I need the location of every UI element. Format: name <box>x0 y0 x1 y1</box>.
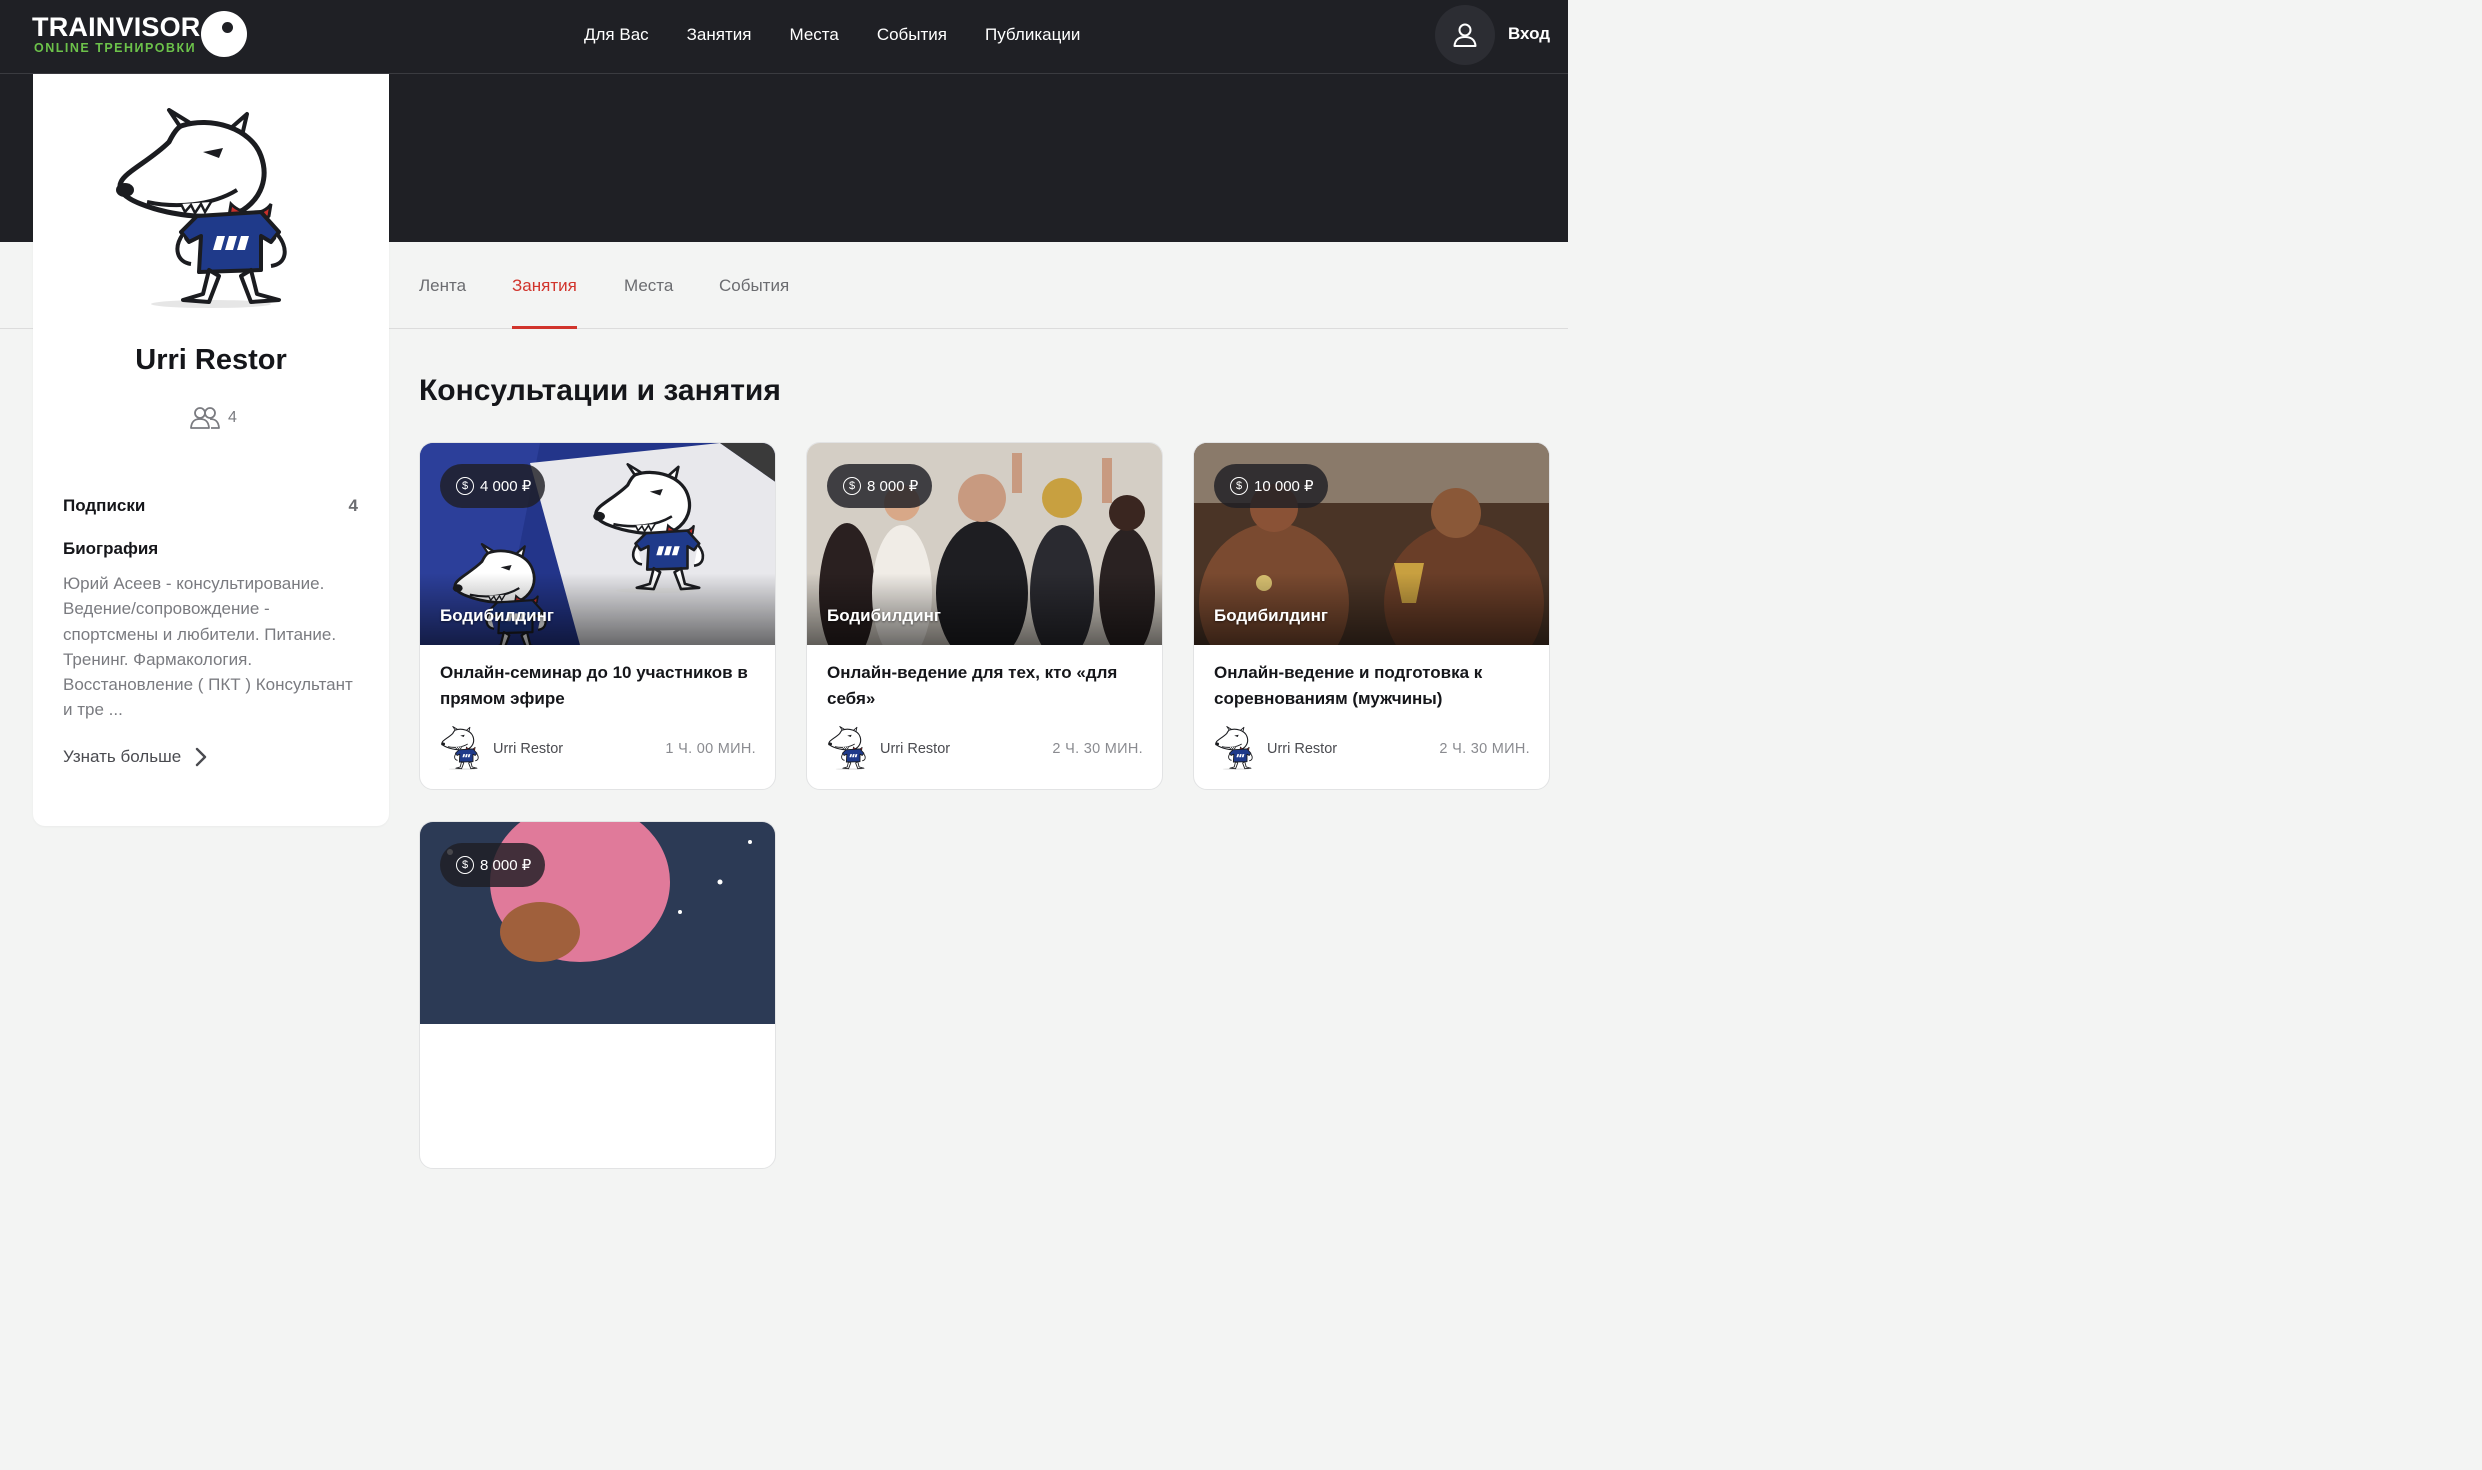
logo-eye-icon <box>201 11 247 57</box>
user-icon <box>1453 23 1477 47</box>
class-category: Бодибилдинг <box>827 606 941 625</box>
profile-avatar <box>111 108 311 308</box>
class-category: Бодибилдинг <box>1214 606 1328 625</box>
main-nav: Для Вас Занятия Места События Публикации <box>584 0 1080 70</box>
profile-name: Urri Restor <box>135 344 287 376</box>
nav-link-events[interactable]: События <box>877 25 947 45</box>
subscriptions-label: Подписки <box>63 496 146 515</box>
price-value: 4 000 ₽ <box>480 478 532 495</box>
class-duration: 2 Ч. 30 МИН. <box>1439 741 1530 757</box>
class-card-image: $ 8 000 ₽ Бодибилдинг <box>807 443 1162 645</box>
class-category: Бодибилдинг <box>440 606 554 625</box>
author-name[interactable]: Urri Restor <box>880 741 950 757</box>
price-value: 8 000 ₽ <box>480 857 532 874</box>
logo-wordmark: TRAINVISOR <box>32 12 201 42</box>
followers-count[interactable]: 4 <box>190 406 237 430</box>
tab-classes[interactable]: Занятия <box>512 276 577 329</box>
price-badge: $ 8 000 ₽ <box>827 464 933 508</box>
biography-label: Биография <box>63 539 159 558</box>
learn-more-link[interactable]: Узнать больше <box>63 747 207 767</box>
biography-text: Юрий Асеев - консультирование. Ведение/с… <box>63 574 353 720</box>
class-card-footer: Urri Restor 2 Ч. 30 МИН. <box>827 726 1143 770</box>
tab-places[interactable]: Места <box>624 276 673 329</box>
price-badge: $ 10 000 ₽ <box>1214 464 1328 508</box>
user-account-button[interactable] <box>1435 5 1495 65</box>
dollar-coin-icon: $ <box>456 856 474 874</box>
trainvisor-logo[interactable]: TRAINVISOR ONLINE ТРЕНИРОВКИ <box>32 10 252 62</box>
nav-link-classes[interactable]: Занятия <box>687 25 752 45</box>
tab-feed[interactable]: Лента <box>419 276 466 329</box>
section-title: Консультации и занятия <box>419 374 781 407</box>
class-card[interactable]: $ 8 000 ₽ Бодибилдинг Онлайн-ведение для… <box>806 442 1163 790</box>
class-card[interactable]: $ 8 000 ₽ <box>419 821 776 1169</box>
price-value: 8 000 ₽ <box>867 478 919 495</box>
subscriptions-count[interactable]: 4 <box>349 496 358 516</box>
author-avatar[interactable] <box>827 726 871 770</box>
class-title[interactable]: Онлайн-семинар до 10 участников в прямом… <box>440 660 760 711</box>
followers-icon <box>190 407 220 429</box>
price-badge: $ 4 000 ₽ <box>440 464 546 508</box>
class-card-image: $ 8 000 ₽ <box>420 822 775 1024</box>
learn-more-label: Узнать больше <box>63 747 182 766</box>
author-avatar[interactable] <box>1214 726 1258 770</box>
tab-events[interactable]: События <box>719 276 789 329</box>
class-title[interactable]: Онлайн-ведение и подготовка к соревнован… <box>1214 660 1534 711</box>
nav-link-places[interactable]: Места <box>789 25 838 45</box>
author-name[interactable]: Urri Restor <box>493 741 563 757</box>
dollar-coin-icon: $ <box>456 477 474 495</box>
class-card[interactable]: $ 4 000 ₽ Бодибилдинг Онлайн-семинар до … <box>419 442 776 790</box>
class-card-footer: Urri Restor 2 Ч. 30 МИН. <box>1214 726 1530 770</box>
price-badge: $ 8 000 ₽ <box>440 843 546 887</box>
class-card-footer: Urri Restor 1 Ч. 00 МИН. <box>440 726 756 770</box>
nav-link-for-you[interactable]: Для Вас <box>584 25 649 45</box>
dollar-coin-icon: $ <box>1230 477 1248 495</box>
price-value: 10 000 ₽ <box>1254 478 1314 495</box>
login-link[interactable]: Вход <box>1508 24 1550 44</box>
profile-card: Urri Restor 4 Подписки 4 Биография Юрий … <box>33 74 389 826</box>
class-card-image: $ 10 000 ₽ Бодибилдинг <box>1194 443 1549 645</box>
class-duration: 2 Ч. 30 МИН. <box>1052 741 1143 757</box>
class-title[interactable]: Онлайн-ведение для тех, кто «для себя» <box>827 660 1147 711</box>
nav-link-publications[interactable]: Публикации <box>985 25 1080 45</box>
followers-number: 4 <box>228 409 237 426</box>
class-card-image: $ 4 000 ₽ Бодибилдинг <box>420 443 775 645</box>
dollar-coin-icon: $ <box>843 477 861 495</box>
class-card[interactable]: $ 10 000 ₽ Бодибилдинг Онлайн-ведение и … <box>1193 442 1550 790</box>
top-navigation-bar: TRAINVISOR ONLINE ТРЕНИРОВКИ Для Вас Зан… <box>0 0 1568 74</box>
logo-tagline: ONLINE ТРЕНИРОВКИ <box>34 41 197 55</box>
author-name[interactable]: Urri Restor <box>1267 741 1337 757</box>
class-duration: 1 Ч. 00 МИН. <box>665 741 756 757</box>
chevron-right-icon <box>195 747 207 767</box>
author-avatar[interactable] <box>440 726 484 770</box>
